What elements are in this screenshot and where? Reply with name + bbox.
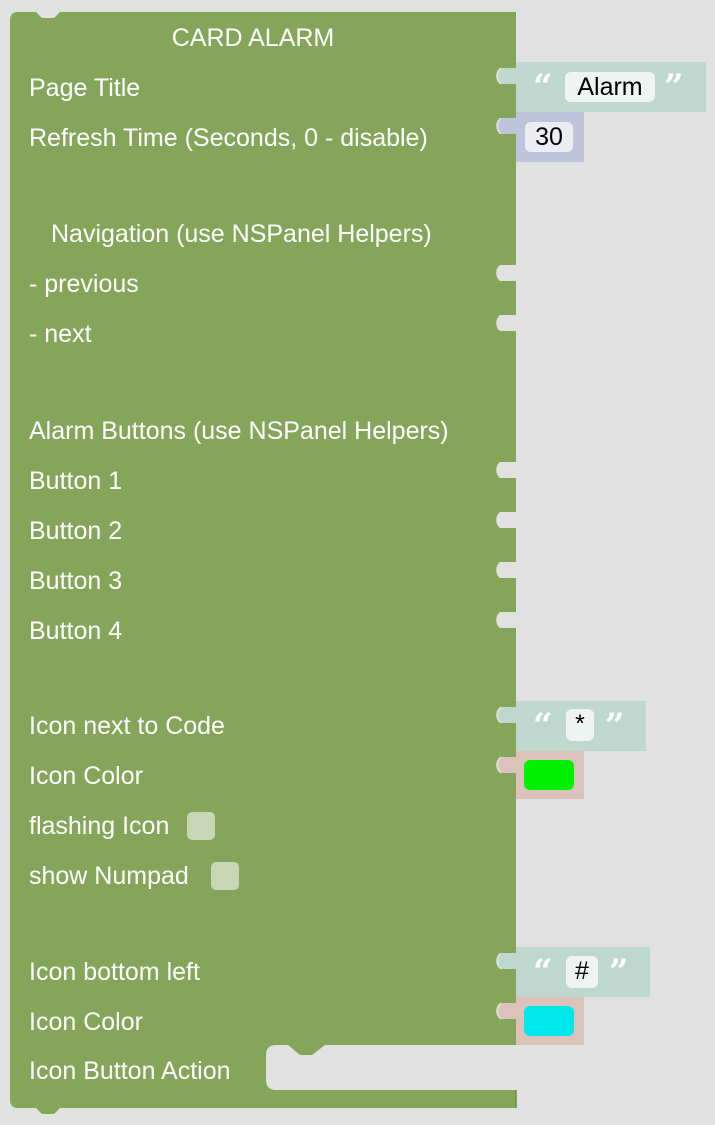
flashing-icon-label: flashing Icon: [29, 812, 170, 840]
navigation-heading: Navigation (use NSPanel Helpers): [51, 220, 432, 248]
icon-bottom-left-field[interactable]: #: [566, 956, 598, 988]
icon-next-to-code-label: Icon next to Code: [29, 712, 225, 740]
show-numpad-label: show Numpad: [29, 862, 189, 890]
refresh-time-field[interactable]: 30: [525, 122, 573, 152]
page-title-field[interactable]: Alarm: [565, 72, 655, 102]
open-quote-icon: “: [533, 952, 553, 992]
next-label: - next: [29, 320, 92, 348]
button-4-label: Button 4: [29, 617, 123, 645]
button-2-label: Button 2: [29, 517, 123, 545]
close-quote-icon: ”: [609, 952, 629, 992]
refresh-time-label: Refresh Time (Seconds, 0 - disable): [29, 124, 428, 152]
button-1-label: Button 1: [29, 467, 123, 495]
flashing-icon-checkbox[interactable]: [187, 812, 215, 840]
close-quote-icon: ”: [664, 67, 684, 107]
previous-label: - previous: [29, 270, 139, 298]
icon-color-label: Icon Color: [29, 762, 143, 790]
open-quote-icon: “: [533, 67, 553, 107]
button-3-label: Button 3: [29, 567, 123, 595]
icon-color-label-2: Icon Color: [29, 1008, 143, 1036]
icon-bottom-left-label: Icon bottom left: [29, 958, 200, 986]
icon-color-swatch-2[interactable]: [524, 1006, 574, 1036]
icon-color-swatch[interactable]: [524, 760, 574, 790]
blockly-workspace[interactable]: CARD ALARM Page Title “ Alarm ” Refresh …: [0, 0, 715, 1125]
alarm-buttons-heading: Alarm Buttons (use NSPanel Helpers): [29, 417, 449, 445]
open-quote-icon: “: [533, 706, 553, 746]
icon-button-action-statement-slot[interactable]: [266, 1045, 516, 1090]
block-title: CARD ALARM: [171, 24, 335, 52]
icon-next-to-code-field[interactable]: *: [566, 709, 594, 741]
page-title-label: Page Title: [29, 74, 141, 102]
show-numpad-checkbox[interactable]: [211, 862, 239, 890]
close-quote-icon: ”: [605, 706, 625, 746]
icon-button-action-label: Icon Button Action: [29, 1057, 231, 1085]
